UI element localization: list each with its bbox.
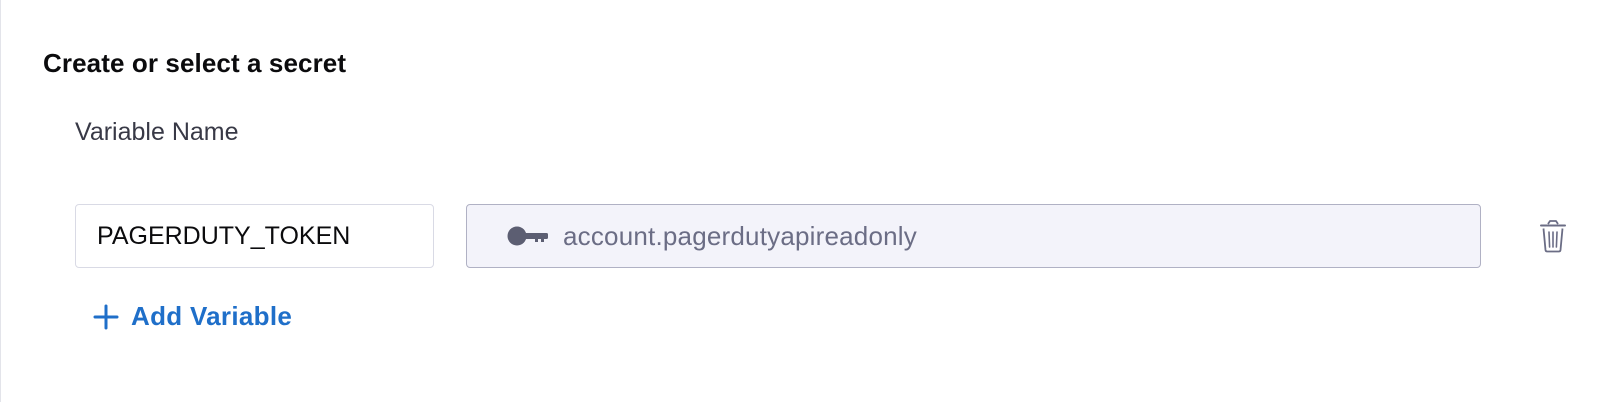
add-variable-button[interactable]: Add Variable xyxy=(93,301,292,332)
trash-icon xyxy=(1538,220,1568,257)
variable-name-input[interactable] xyxy=(75,204,434,268)
section-title: Create or select a secret xyxy=(43,48,347,78)
add-variable-label: Add Variable xyxy=(131,301,293,331)
secret-variables-panel: Create or select a secret Variable Name … xyxy=(0,0,1604,402)
secret-reference-value: account.pagerdutyapireadonly xyxy=(563,220,917,251)
delete-variable-button[interactable] xyxy=(1538,219,1568,253)
key-icon xyxy=(507,226,549,246)
variable-name-label: Variable Name xyxy=(75,118,239,146)
plus-icon xyxy=(93,304,119,330)
secret-reference-field[interactable]: account.pagerdutyapireadonly xyxy=(466,204,1481,268)
